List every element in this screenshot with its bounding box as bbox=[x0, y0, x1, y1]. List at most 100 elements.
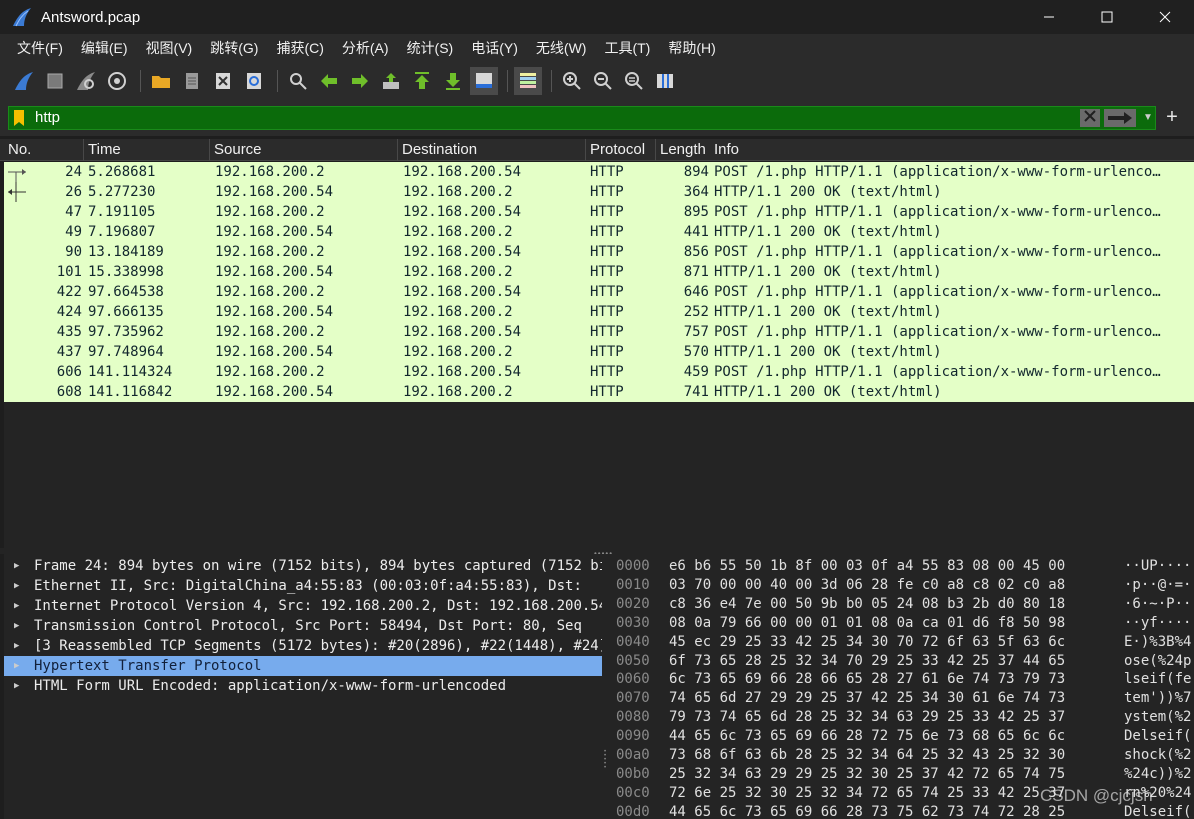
column-header-protocol[interactable]: Protocol bbox=[586, 139, 656, 161]
vertical-pane-splitter[interactable]: • • • • • bbox=[602, 554, 610, 819]
detail-tree-item[interactable]: ▶ Frame 24: 894 bytes on wire (7152 bits)… bbox=[4, 556, 602, 576]
expand-arrow-icon[interactable]: ▶ bbox=[14, 616, 26, 636]
display-filter-input[interactable] bbox=[35, 107, 1075, 129]
find-packet-button[interactable] bbox=[284, 67, 312, 95]
resize-columns-button[interactable] bbox=[651, 67, 679, 95]
detail-tree-item[interactable]: ▶ HTML Form URL Encoded: application/x-ww… bbox=[4, 676, 602, 696]
go-to-packet-button[interactable] bbox=[377, 67, 405, 95]
colorize-button[interactable] bbox=[514, 67, 542, 95]
save-file-button[interactable] bbox=[178, 67, 206, 95]
close-file-button[interactable] bbox=[209, 67, 237, 95]
zoom-reset-button[interactable] bbox=[620, 67, 648, 95]
menu-file[interactable]: 文件(F) bbox=[8, 38, 72, 58]
clear-icon bbox=[1084, 110, 1096, 122]
detail-tree-item[interactable]: ▶ Ethernet II, Src: DigitalChina_a4:55:83… bbox=[4, 576, 602, 596]
hex-dump-row[interactable]: 00a0 73 68 6f 63 6b 28 25 32 34 64 25 32 … bbox=[610, 746, 1194, 765]
goto-packet-icon bbox=[383, 73, 399, 89]
column-header-info[interactable]: Info bbox=[712, 139, 1192, 161]
go-forward-button[interactable] bbox=[346, 67, 374, 95]
packet-row[interactable]: 606 141.114324 192.168.200.2 192.168.200.54… bbox=[4, 362, 1194, 382]
menu-view[interactable]: 视图(V) bbox=[137, 38, 202, 58]
menu-analyze[interactable]: 分析(A) bbox=[333, 38, 398, 58]
filter-history-dropdown[interactable]: ▼ bbox=[1140, 109, 1156, 127]
hex-dump-row[interactable]: 0000 e6 b6 55 50 1b 8f 00 03 0f a4 55 83 … bbox=[610, 557, 1194, 576]
packet-source: 192.168.200.54 bbox=[215, 304, 334, 320]
column-header-destination[interactable]: Destination bbox=[398, 139, 586, 161]
expand-arrow-icon[interactable]: ▶ bbox=[14, 656, 26, 676]
detail-tree-item[interactable]: ▶ Hypertext Transfer Protocol bbox=[4, 656, 602, 676]
bookmark-icon[interactable] bbox=[13, 110, 25, 126]
packet-row[interactable]: 101 15.338998 192.168.200.54 192.168.200.2 H… bbox=[4, 262, 1194, 282]
hex-dump-row[interactable]: 0070 74 65 6d 27 29 29 25 37 42 25 34 30 … bbox=[610, 689, 1194, 708]
hex-dump-row[interactable]: 0090 44 65 6c 73 65 69 66 28 72 75 6e 73 … bbox=[610, 727, 1194, 746]
restart-shark-icon bbox=[77, 72, 95, 90]
packet-row[interactable]: 90 13.184189 192.168.200.2 192.168.200.54 HT… bbox=[4, 242, 1194, 262]
hex-dump-row[interactable]: 0040 45 ec 29 25 33 42 25 34 30 70 72 6f … bbox=[610, 633, 1194, 652]
menu-wireless[interactable]: 无线(W) bbox=[527, 38, 596, 58]
hex-dump-row[interactable]: 0060 6c 73 65 69 66 28 66 65 28 27 61 6e … bbox=[610, 670, 1194, 689]
packet-row[interactable]: 47 7.191105 192.168.200.2 192.168.200.54 HTT… bbox=[4, 202, 1194, 222]
packet-length: 252 bbox=[683, 304, 709, 320]
menu-go[interactable]: 跳转(G) bbox=[201, 38, 267, 58]
expand-arrow-icon[interactable]: ▶ bbox=[14, 596, 26, 616]
minimize-button[interactable] bbox=[1020, 0, 1078, 34]
open-file-button[interactable] bbox=[147, 67, 175, 95]
expand-arrow-icon[interactable]: ▶ bbox=[14, 636, 26, 656]
ascii-bytes: Delseif( bbox=[1124, 728, 1192, 745]
display-filter-field[interactable]: ▼ bbox=[8, 106, 1156, 130]
restart-capture-button[interactable] bbox=[72, 67, 100, 95]
packet-list[interactable]: 24 5.268681 192.168.200.2 192.168.200.54 HTT… bbox=[4, 162, 1194, 548]
close-button[interactable] bbox=[1136, 0, 1194, 34]
autoscroll-button[interactable] bbox=[470, 67, 498, 95]
detail-tree-item[interactable]: ▶ [3 Reassembled TCP Segments (5172 bytes… bbox=[4, 636, 602, 656]
detail-tree-item[interactable]: ▶ Transmission Control Protocol, Src Port… bbox=[4, 616, 602, 636]
start-capture-button[interactable] bbox=[10, 67, 38, 95]
column-header-source[interactable]: Source bbox=[210, 139, 398, 161]
hex-dump-row[interactable]: 0030 08 0a 79 66 00 00 01 01 08 0a ca 01 … bbox=[610, 614, 1194, 633]
go-last-packet-button[interactable] bbox=[439, 67, 467, 95]
menu-capture[interactable]: 捕获(C) bbox=[267, 38, 332, 58]
column-header-time[interactable]: Time bbox=[84, 139, 210, 161]
hex-bytes: 44 65 6c 73 65 69 66 28 73 75 62 73 74 7… bbox=[669, 803, 1066, 819]
gear-icon bbox=[108, 72, 126, 90]
clear-filter-button[interactable] bbox=[1080, 109, 1100, 127]
packet-bytes-pane[interactable]: 0000 e6 b6 55 50 1b 8f 00 03 0f a4 55 83 … bbox=[610, 554, 1194, 819]
packet-row[interactable]: 26 5.277230 192.168.200.54 192.168.200.2 HTT… bbox=[4, 182, 1194, 202]
detail-tree-item[interactable]: ▶ Internet Protocol Version 4, Src: 192.1… bbox=[4, 596, 602, 616]
packet-details-pane[interactable]: ▶ Frame 24: 894 bytes on wire (7152 bits)… bbox=[4, 554, 602, 819]
zoom-out-button[interactable] bbox=[589, 67, 617, 95]
document-icon bbox=[186, 73, 198, 89]
packet-row[interactable]: 49 7.196807 192.168.200.54 192.168.200.2 HTT… bbox=[4, 222, 1194, 242]
packet-row[interactable]: 422 97.664538 192.168.200.2 192.168.200.54 H… bbox=[4, 282, 1194, 302]
expand-arrow-icon[interactable]: ▶ bbox=[14, 676, 26, 696]
packet-row[interactable]: 24 5.268681 192.168.200.2 192.168.200.54 HTT… bbox=[4, 162, 1194, 182]
hex-dump-row[interactable]: 0050 6f 73 65 28 25 32 34 70 29 25 33 42 … bbox=[610, 652, 1194, 671]
maximize-button[interactable] bbox=[1078, 0, 1136, 34]
go-back-button[interactable] bbox=[315, 67, 343, 95]
packet-row[interactable]: 608 141.116842 192.168.200.54 192.168.200.2… bbox=[4, 382, 1194, 402]
capture-options-button[interactable] bbox=[103, 67, 131, 95]
menu-help[interactable]: 帮助(H) bbox=[659, 38, 724, 58]
menu-telephony[interactable]: 电话(Y) bbox=[462, 38, 527, 58]
menu-statistics[interactable]: 统计(S) bbox=[398, 38, 463, 58]
packet-row[interactable]: 437 97.748964 192.168.200.54 192.168.200.2 H… bbox=[4, 342, 1194, 362]
expand-arrow-icon[interactable]: ▶ bbox=[14, 576, 26, 596]
zoom-out-icon bbox=[594, 72, 612, 90]
column-header-no[interactable]: No. bbox=[4, 139, 84, 161]
menu-edit[interactable]: 编辑(E) bbox=[72, 38, 137, 58]
menu-tools[interactable]: 工具(T) bbox=[595, 38, 659, 58]
hex-dump-row[interactable]: 0010 03 70 00 00 40 00 3d 06 28 fe c0 a8 … bbox=[610, 576, 1194, 595]
stop-capture-button[interactable] bbox=[41, 67, 69, 95]
packet-row[interactable]: 424 97.666135 192.168.200.54 192.168.200.2 H… bbox=[4, 302, 1194, 322]
expand-arrow-icon[interactable]: ▶ bbox=[14, 556, 26, 576]
column-header-length[interactable]: Length bbox=[656, 139, 712, 161]
hex-dump-row[interactable]: 00b0 25 32 34 63 29 29 25 32 30 25 37 42 … bbox=[610, 765, 1194, 784]
add-filter-button[interactable]: + bbox=[1162, 104, 1182, 130]
reload-file-button[interactable] bbox=[240, 67, 268, 95]
hex-dump-row[interactable]: 0080 79 73 74 65 6d 28 25 32 34 63 29 25 … bbox=[610, 708, 1194, 727]
packet-row[interactable]: 435 97.735962 192.168.200.2 192.168.200.54 H… bbox=[4, 322, 1194, 342]
go-first-packet-button[interactable] bbox=[408, 67, 436, 95]
hex-dump-row[interactable]: 0020 c8 36 e4 7e 00 50 9b b0 05 24 08 b3 … bbox=[610, 595, 1194, 614]
apply-filter-button[interactable] bbox=[1104, 109, 1136, 127]
zoom-in-button[interactable] bbox=[558, 67, 586, 95]
